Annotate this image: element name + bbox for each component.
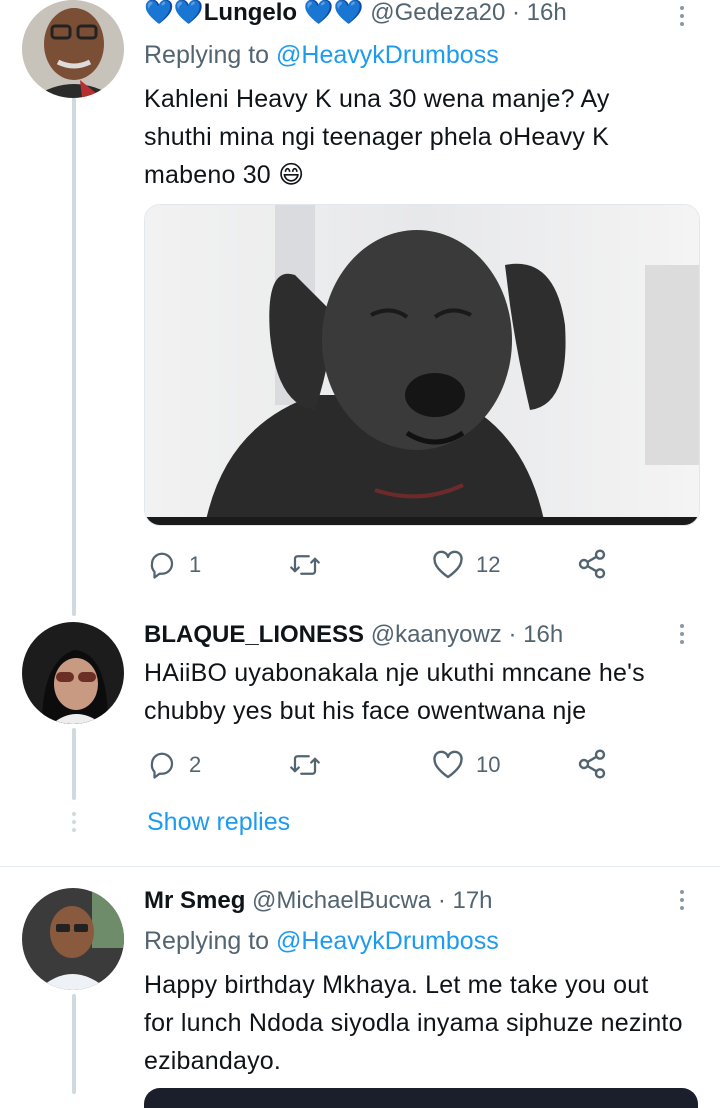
retweet-button[interactable] xyxy=(288,750,322,780)
divider xyxy=(0,866,720,867)
reply-button[interactable]: 1 xyxy=(147,550,201,580)
reply-button[interactable]: 2 xyxy=(147,750,201,780)
reply-icon xyxy=(150,552,174,579)
thread-line xyxy=(72,728,76,800)
like-button[interactable]: 10 xyxy=(432,750,500,780)
share-icon xyxy=(578,749,606,779)
timestamp[interactable]: · 17h xyxy=(438,887,493,914)
more-options-icon[interactable] xyxy=(680,6,684,30)
avatar-mr-smeg[interactable] xyxy=(22,888,124,990)
reply-count: 1 xyxy=(189,552,202,577)
tweet-text: HAiiBO uyabonakala nje ukuthi mncane he'… xyxy=(144,659,645,725)
show-replies-link[interactable]: Show replies xyxy=(147,808,290,837)
like-button[interactable]: 12 xyxy=(432,550,500,580)
share-button[interactable] xyxy=(576,748,608,780)
avatar-blaque-lioness[interactable] xyxy=(22,622,124,724)
heart-icon: 💙💙 xyxy=(303,0,364,26)
retweet-icon xyxy=(290,755,320,775)
share-icon xyxy=(578,549,606,579)
more-options-icon[interactable] xyxy=(680,890,684,914)
author-name[interactable]: BLAQUE_LIONESS xyxy=(144,621,364,648)
tweet-text: Kahleni Heavy K una 30 wena manje? Ay sh… xyxy=(144,85,610,189)
retweet-icon xyxy=(290,555,320,575)
author-name[interactable]: Mr Smeg xyxy=(144,887,245,914)
replying-to-handle[interactable]: @HeavykDrumboss xyxy=(276,927,499,955)
tweet-media[interactable] xyxy=(144,1088,698,1108)
thread-line xyxy=(72,96,76,616)
timestamp[interactable]: · 16h xyxy=(508,621,563,648)
replying-to: Replying to @HeavykDrumboss xyxy=(144,927,499,955)
like-count: 10 xyxy=(476,752,501,777)
heart-outline-icon xyxy=(433,750,463,779)
avatar-lungelo[interactable] xyxy=(22,0,124,98)
thread-line xyxy=(72,994,76,1094)
share-button[interactable] xyxy=(576,548,608,580)
author-handle[interactable]: @MichaelBucwa xyxy=(252,887,431,914)
more-options-icon[interactable] xyxy=(680,624,684,648)
heart-outline-icon xyxy=(433,550,463,579)
reply-icon xyxy=(150,752,174,779)
heart-icon: 💙💙 xyxy=(144,0,204,26)
replying-to: Replying to @HeavykDrumboss xyxy=(144,41,499,69)
tweet-text: Happy birthday Mkhaya. Let me take you o… xyxy=(144,971,683,1075)
author-name[interactable]: Lungelo xyxy=(204,0,297,26)
dog-photo xyxy=(145,205,699,525)
tweet-header: Mr Smeg @MichaelBucwa · 17h xyxy=(144,886,493,916)
tweet-header: 💙💙Lungelo 💙💙 @Gedeza20 · 16h xyxy=(144,0,567,28)
replying-to-handle[interactable]: @HeavykDrumboss xyxy=(276,41,499,69)
thread-dots xyxy=(72,812,76,836)
grinning-emoji: 😄 xyxy=(278,161,305,189)
like-count: 12 xyxy=(476,552,501,577)
author-handle[interactable]: @kaanyowz xyxy=(371,621,502,648)
timestamp[interactable]: · 16h xyxy=(512,0,567,26)
tweet-media[interactable] xyxy=(144,204,700,526)
author-handle[interactable]: @Gedeza20 xyxy=(370,0,505,26)
retweet-button[interactable] xyxy=(288,550,322,580)
reply-count: 2 xyxy=(189,752,202,777)
tweet-header: BLAQUE_LIONESS @kaanyowz · 16h xyxy=(144,620,563,650)
